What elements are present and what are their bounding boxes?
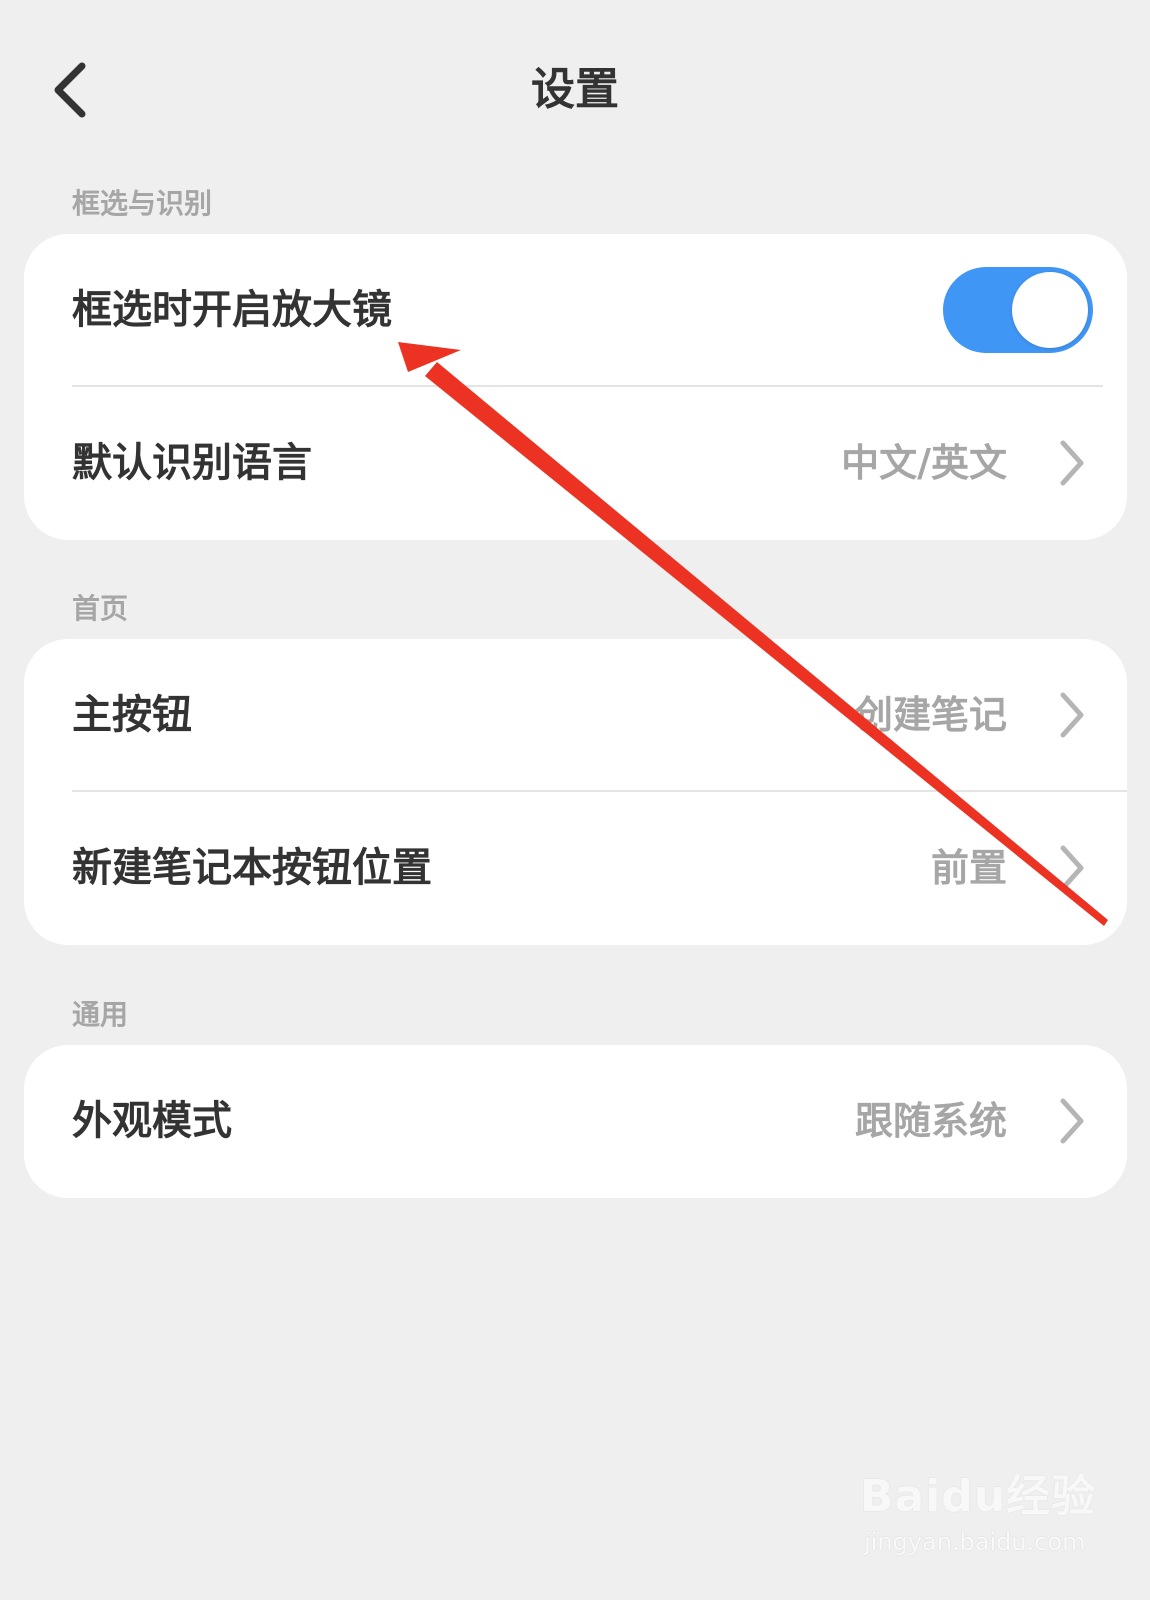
- watermark-logo: Baidu经验: [860, 1471, 1097, 1522]
- chevron-right-icon: [1060, 845, 1084, 891]
- watermark: Baidu经验 jingyan.baidu.com: [860, 1440, 1100, 1570]
- row-label: 默认识别语言: [72, 440, 312, 486]
- row-label: 主按钮: [72, 692, 192, 738]
- row-main-button[interactable]: 主按钮 创建笔记: [24, 639, 1127, 791]
- row-appearance-mode[interactable]: 外观模式 跟随系统: [24, 1045, 1127, 1197]
- nav-bar: 设置: [0, 0, 1150, 180]
- row-value: 前置: [930, 846, 1007, 890]
- card-home: 主按钮 创建笔记 新建笔记本按钮位置 前置: [24, 639, 1127, 945]
- card-general: 外观模式 跟随系统: [24, 1045, 1127, 1198]
- row-magnifier[interactable]: 框选时开启放大镜: [24, 234, 1127, 386]
- row-value: 创建笔记: [854, 693, 1007, 737]
- toggle-knob: [1012, 272, 1088, 348]
- section-label-home: 首页: [72, 592, 129, 625]
- row-label: 外观模式: [72, 1098, 232, 1144]
- card-recognition: 框选时开启放大镜 默认识别语言 中文/英文: [24, 234, 1127, 540]
- watermark-url: jingyan.baidu.com: [864, 1528, 1086, 1556]
- chevron-right-icon: [1060, 1098, 1084, 1144]
- row-label: 框选时开启放大镜: [72, 287, 392, 333]
- page-title: 设置: [531, 64, 619, 115]
- row-value: 跟随系统: [854, 1099, 1007, 1143]
- row-label: 新建笔记本按钮位置: [72, 845, 432, 891]
- chevron-right-icon: [1060, 440, 1084, 486]
- chevron-right-icon: [1060, 692, 1084, 738]
- magnifier-toggle[interactable]: [943, 267, 1093, 353]
- row-default-language[interactable]: 默认识别语言 中文/英文: [24, 387, 1127, 539]
- section-label-recognition: 框选与识别: [72, 187, 213, 220]
- row-value: 中文/英文: [841, 441, 1007, 485]
- row-new-notebook-position[interactable]: 新建笔记本按钮位置 前置: [24, 792, 1127, 944]
- section-label-general: 通用: [72, 998, 129, 1031]
